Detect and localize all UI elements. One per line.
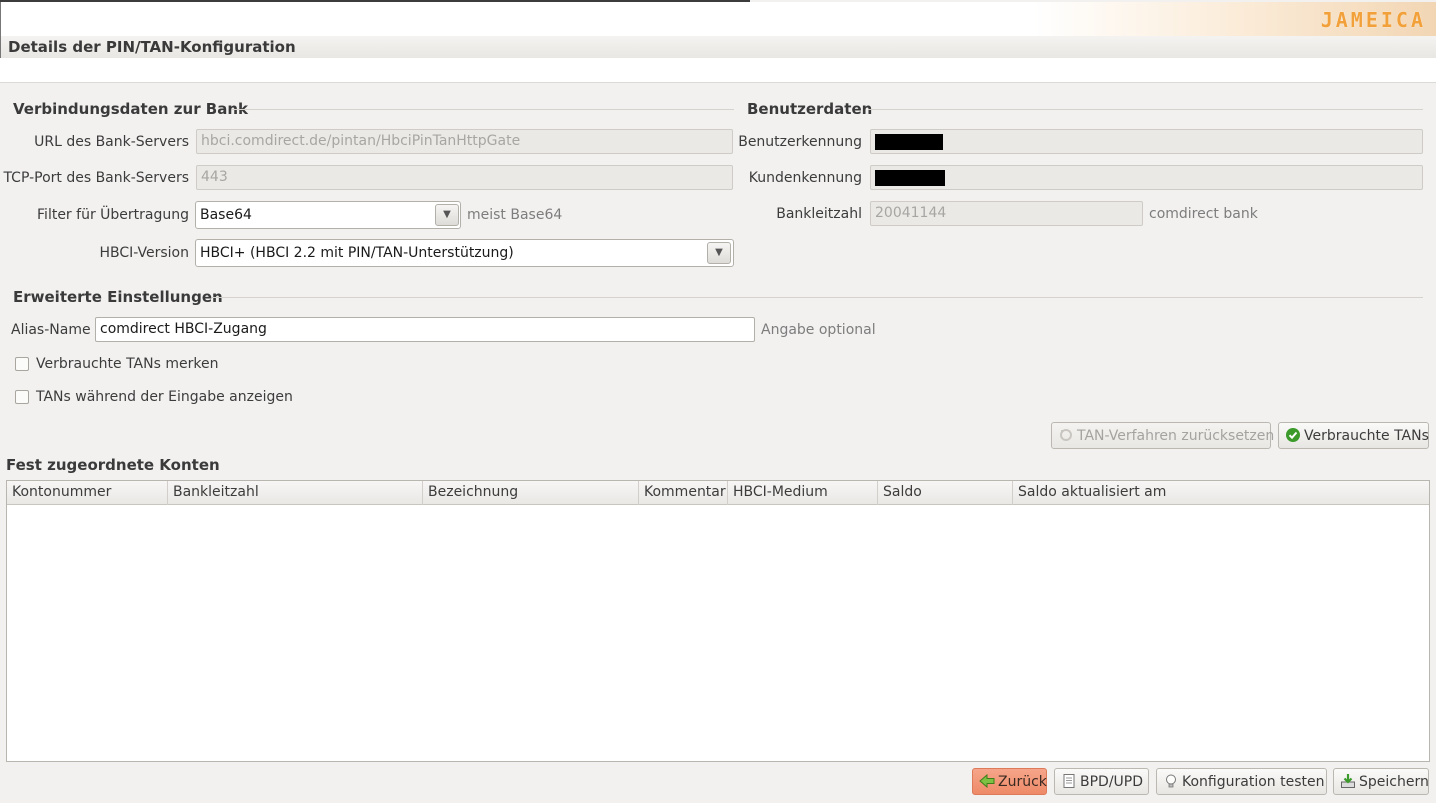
accounts-table[interactable] xyxy=(6,480,1430,762)
used-tans-button-label: Verbrauchte TANs xyxy=(1304,428,1429,444)
used-tans-checkbox-label[interactable]: Verbrauchte TANs merken xyxy=(36,356,218,372)
blz-label: Bankleitzahl xyxy=(776,206,862,222)
blz-field[interactable]: 20041144 xyxy=(870,201,1143,226)
bpd-upd-button-label: BPD/UPD xyxy=(1080,774,1144,790)
header-left-border xyxy=(0,2,1,62)
test-configuration-button[interactable]: Konfiguration testen xyxy=(1156,768,1327,795)
column-header-bezeichnung[interactable]: Bezeichnung xyxy=(423,481,639,505)
hbci-version-value: HBCI+ (HBCI 2.2 mit PIN/TAN-Unterstützun… xyxy=(200,245,514,261)
show-tans-checkbox-label[interactable]: TANs während der Eingabe anzeigen xyxy=(36,389,293,405)
url-label: URL des Bank-Servers xyxy=(34,134,189,150)
jameica-logo: JAMEICA xyxy=(1320,8,1426,32)
used-tans-button[interactable]: Verbrauchte TANs xyxy=(1278,422,1429,449)
port-label: TCP-Port des Bank-Servers xyxy=(3,170,189,186)
used-tans-checkbox[interactable] xyxy=(15,357,29,371)
column-header-hbci-medium[interactable]: HBCI-Medium xyxy=(728,481,878,505)
test-configuration-label: Konfiguration testen xyxy=(1182,774,1325,790)
header-spacer xyxy=(0,58,1436,83)
bank-name-hint: comdirect bank xyxy=(1149,206,1258,222)
customer-id-field[interactable] xyxy=(870,165,1423,190)
port-field[interactable]: 443 xyxy=(196,165,733,190)
section-title-advanced: Erweiterte Einstellungen xyxy=(13,288,223,306)
alias-input[interactable]: comdirect HBCI-Zugang xyxy=(95,317,755,342)
filter-select-value: Base64 xyxy=(200,207,252,223)
back-button-label: Zurück xyxy=(998,774,1047,790)
section-divider-user xyxy=(868,109,1423,110)
save-download-icon xyxy=(1341,774,1355,788)
userid-field[interactable] xyxy=(870,129,1423,154)
filter-select[interactable]: Base64 xyxy=(195,201,461,229)
column-header-kontonummer[interactable]: Kontonummer xyxy=(7,481,168,505)
customer-id-redacted xyxy=(875,170,945,186)
column-header-saldo-aktualisiert[interactable]: Saldo aktualisiert am xyxy=(1013,481,1429,505)
accounts-title: Fest zugeordnete Konten xyxy=(6,456,220,474)
save-button[interactable]: Speichern xyxy=(1333,768,1429,795)
reset-tan-method-label: TAN-Verfahren zurücksetzen xyxy=(1077,428,1275,444)
reset-icon xyxy=(1060,429,1072,441)
document-icon xyxy=(1063,774,1075,788)
lightbulb-icon xyxy=(1166,774,1176,788)
alias-label: Alias-Name xyxy=(11,322,91,338)
customer-id-label: Kundenkennung xyxy=(748,170,862,186)
column-header-kommentar[interactable]: Kommentar xyxy=(639,481,728,505)
alias-hint: Angabe optional xyxy=(761,322,876,338)
hbci-version-label: HBCI-Version xyxy=(99,245,189,261)
userid-label: Benutzerkennung xyxy=(738,134,862,150)
section-title-bank: Verbindungsdaten zur Bank xyxy=(13,100,249,118)
column-header-saldo[interactable]: Saldo xyxy=(878,481,1013,505)
section-divider-advanced xyxy=(212,297,1423,298)
save-button-label: Speichern xyxy=(1359,774,1429,790)
bpd-upd-button[interactable]: BPD/UPD xyxy=(1054,768,1149,795)
url-field[interactable]: hbci.comdirect.de/pintan/HbciPinTanHttpG… xyxy=(196,129,733,154)
section-divider-bank xyxy=(232,109,734,110)
hbci-version-chevron-down-icon[interactable]: ▼ xyxy=(707,242,731,264)
accounts-table-header: Kontonummer Bankleitzahl Bezeichnung Kom… xyxy=(7,481,1429,505)
section-title-user: Benutzerdaten xyxy=(747,100,873,118)
arrow-left-icon xyxy=(979,773,995,789)
hbci-version-select[interactable]: HBCI+ (HBCI 2.2 mit PIN/TAN-Unterstützun… xyxy=(195,239,734,267)
userid-redacted xyxy=(875,134,943,150)
back-button[interactable]: Zurück xyxy=(972,768,1047,795)
reset-tan-method-button[interactable]: TAN-Verfahren zurücksetzen xyxy=(1051,422,1275,449)
column-header-bankleitzahl[interactable]: Bankleitzahl xyxy=(168,481,423,505)
filter-chevron-down-icon[interactable]: ▼ xyxy=(435,204,459,226)
filter-label: Filter für Übertragung xyxy=(37,207,189,223)
filter-hint: meist Base64 xyxy=(467,207,563,223)
check-circle-icon xyxy=(1286,428,1300,442)
page-title: Details der PIN/TAN-Konfiguration xyxy=(8,38,296,56)
show-tans-checkbox[interactable] xyxy=(15,390,29,404)
